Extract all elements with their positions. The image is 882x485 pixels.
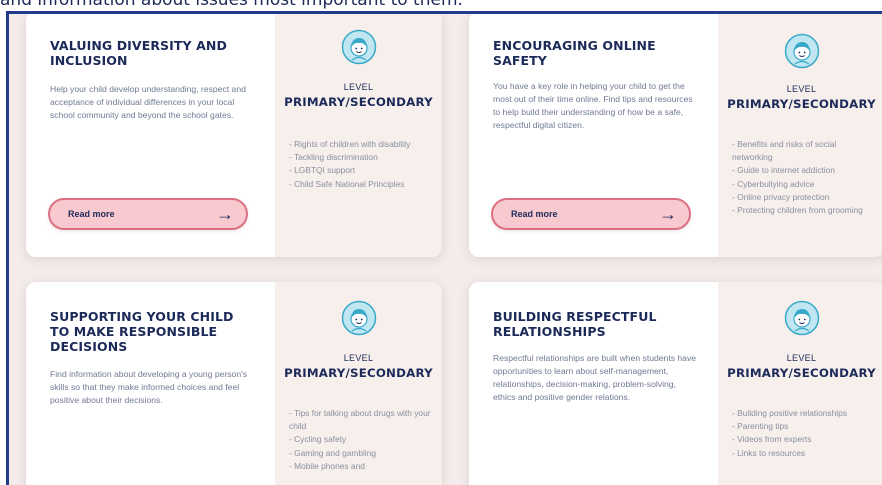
- read-more-button[interactable]: Read more →: [491, 198, 691, 230]
- topic-item: - Cyberbullying advice: [732, 178, 815, 189]
- card-title: ENCOURAGING ONLINE SAFETY: [493, 38, 656, 68]
- topic-item: - Cycling safety: [289, 434, 347, 445]
- topic-item: - Videos from experts: [732, 434, 812, 445]
- read-more-label: Read more: [68, 209, 115, 219]
- level-label: LEVEL: [786, 353, 817, 363]
- topic-item: - Protecting children from grooming: [732, 205, 863, 216]
- card-main: SUPPORTING YOUR CHILD TO MAKE RESPONSIBL…: [26, 282, 275, 485]
- topic-item: - Gaming and gambling: [289, 447, 377, 458]
- level-value: PRIMARY/SECONDARY: [727, 97, 876, 111]
- child-face-icon: [784, 300, 819, 336]
- card-level-panel: LEVEL PRIMARY/SECONDARY - Tips for talki…: [275, 282, 442, 485]
- topic-item: - LGBTQI support: [289, 165, 356, 176]
- card-title: SUPPORTING YOUR CHILD TO MAKE RESPONSIBL…: [50, 309, 234, 354]
- topics-list: - Rights of children with disability - T…: [289, 138, 432, 191]
- child-face-icon: [341, 29, 376, 65]
- level-label: LEVEL: [786, 84, 817, 94]
- card-valuing-diversity: VALUING DIVERSITY AND INCLUSION Help you…: [26, 14, 442, 257]
- child-face-icon: [341, 300, 376, 336]
- level-value: PRIMARY/SECONDARY: [727, 366, 876, 380]
- card-title: BUILDING RESPECTFUL RELATIONSHIPS: [493, 309, 657, 339]
- card-online-safety: ENCOURAGING ONLINE SAFETY You have a key…: [469, 14, 882, 257]
- arrow-right-icon: →: [659, 204, 677, 224]
- topic-item: - Online privacy protection: [732, 191, 830, 202]
- card-main: ENCOURAGING ONLINE SAFETY You have a key…: [469, 14, 718, 257]
- topic-item: - Tips for talking about drugs with your…: [289, 408, 431, 432]
- level-label: LEVEL: [343, 353, 374, 363]
- topic-item: - Building positive relationships: [732, 408, 847, 418]
- topic-item: - Rights of children with disability: [289, 139, 411, 149]
- card-description: Respectful relationships are built when …: [493, 353, 697, 402]
- card-title: VALUING DIVERSITY AND INCLUSION: [50, 38, 227, 68]
- card-main: VALUING DIVERSITY AND INCLUSION Help you…: [26, 14, 275, 257]
- topics-list: - Building positive relationships - Pare…: [732, 407, 875, 460]
- card-level-panel: LEVEL PRIMARY/SECONDARY - Benefits and r…: [718, 14, 882, 257]
- topic-item: - Child Safe National Principles: [289, 178, 405, 189]
- read-more-button[interactable]: Read more →: [48, 198, 248, 230]
- topic-item: - Links to resources: [732, 447, 806, 458]
- card-main: BUILDING RESPECTFUL RELATIONSHIPS Respec…: [469, 282, 718, 485]
- card-description: Help your child develop understanding, r…: [50, 84, 246, 120]
- topics-list: - Benefits and risks of social networkin…: [732, 138, 875, 217]
- read-more-label: Read more: [511, 209, 558, 219]
- card-responsible-decisions: SUPPORTING YOUR CHILD TO MAKE RESPONSIBL…: [26, 282, 442, 485]
- topic-item: - Tackling discrimination: [289, 152, 378, 163]
- topic-item: - Mobile phones and: [289, 460, 365, 471]
- child-face-icon: [784, 33, 819, 69]
- card-level-panel: LEVEL PRIMARY/SECONDARY - Building posit…: [718, 282, 882, 485]
- arrow-right-icon: →: [216, 204, 234, 224]
- card-level-panel: LEVEL PRIMARY/SECONDARY - Rights of chil…: [275, 14, 442, 257]
- topic-item: - Parenting tips: [732, 421, 789, 432]
- level-label: LEVEL: [343, 82, 374, 92]
- level-value: PRIMARY/SECONDARY: [284, 366, 433, 380]
- card-respectful-relationships: BUILDING RESPECTFUL RELATIONSHIPS Respec…: [469, 282, 882, 485]
- card-description: Find information about developing a youn…: [50, 369, 248, 405]
- topic-item: - Guide to internet addiction: [732, 165, 835, 176]
- topics-list: - Tips for talking about drugs with your…: [289, 407, 432, 473]
- card-description: You have a key role in helping your chil…: [493, 81, 693, 130]
- topic-item: - Benefits and risks of social networkin…: [732, 139, 837, 163]
- content-frame: VALUING DIVERSITY AND INCLUSION Help you…: [6, 11, 882, 485]
- intro-text-fragment: and information about issues most import…: [0, 0, 463, 10]
- level-value: PRIMARY/SECONDARY: [284, 95, 433, 109]
